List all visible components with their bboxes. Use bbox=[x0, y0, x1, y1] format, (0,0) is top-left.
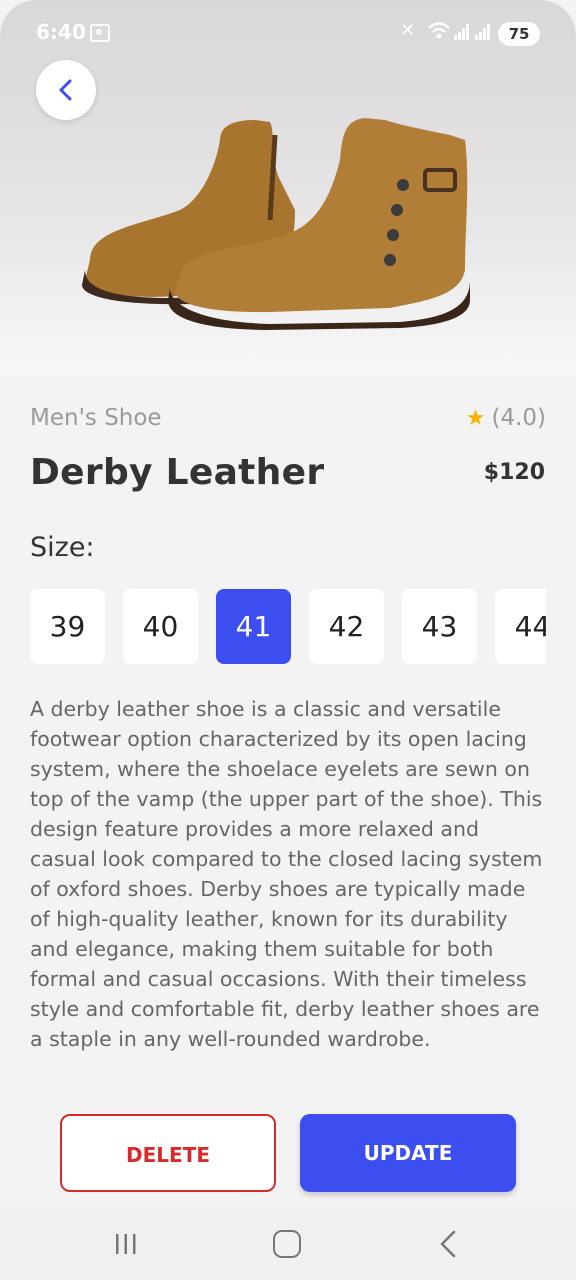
back-button[interactable] bbox=[36, 60, 96, 120]
battery-indicator: 75 bbox=[498, 22, 540, 46]
screen-record-icon bbox=[90, 24, 110, 42]
rating-value: (4.0) bbox=[491, 405, 546, 431]
product-rating: ★ (4.0) bbox=[466, 405, 546, 431]
size-option[interactable]: 43 bbox=[402, 589, 477, 664]
status-bar: 6:40 ✕ 75 bbox=[0, 0, 576, 66]
chevron-left-icon bbox=[59, 79, 72, 101]
size-option[interactable]: 40 bbox=[123, 589, 198, 664]
size-option[interactable]: 39 bbox=[30, 589, 105, 664]
product-description: A derby leather shoe is a classic and ve… bbox=[30, 697, 543, 1051]
signal-icon bbox=[454, 24, 469, 40]
delete-button[interactable]: DELETE bbox=[60, 1114, 276, 1192]
wifi-icon bbox=[428, 22, 450, 39]
home-icon[interactable] bbox=[273, 1230, 301, 1258]
vibrate-mute-icon: ✕ bbox=[400, 20, 416, 41]
product-category: Men's Shoe bbox=[30, 405, 162, 431]
size-selector: 39 40 41 42 43 44 bbox=[30, 589, 546, 665]
size-label: Size: bbox=[30, 532, 95, 563]
star-icon: ★ bbox=[465, 406, 486, 431]
recents-icon[interactable] bbox=[114, 1232, 138, 1256]
product-image: 6:40 ✕ 75 bbox=[0, 0, 576, 375]
update-button[interactable]: UPDATE bbox=[300, 1114, 516, 1192]
back-icon[interactable] bbox=[438, 1230, 458, 1258]
boots-image bbox=[82, 118, 470, 330]
product-price: $120 bbox=[483, 460, 545, 485]
size-option[interactable]: 44 bbox=[495, 589, 546, 664]
size-option[interactable]: 42 bbox=[309, 589, 384, 664]
signal-icon bbox=[475, 24, 490, 40]
size-option-selected[interactable]: 41 bbox=[216, 589, 291, 664]
product-title: Derby Leather bbox=[30, 452, 325, 493]
system-nav-bar bbox=[0, 1208, 576, 1280]
status-time: 6:40 bbox=[36, 20, 86, 44]
